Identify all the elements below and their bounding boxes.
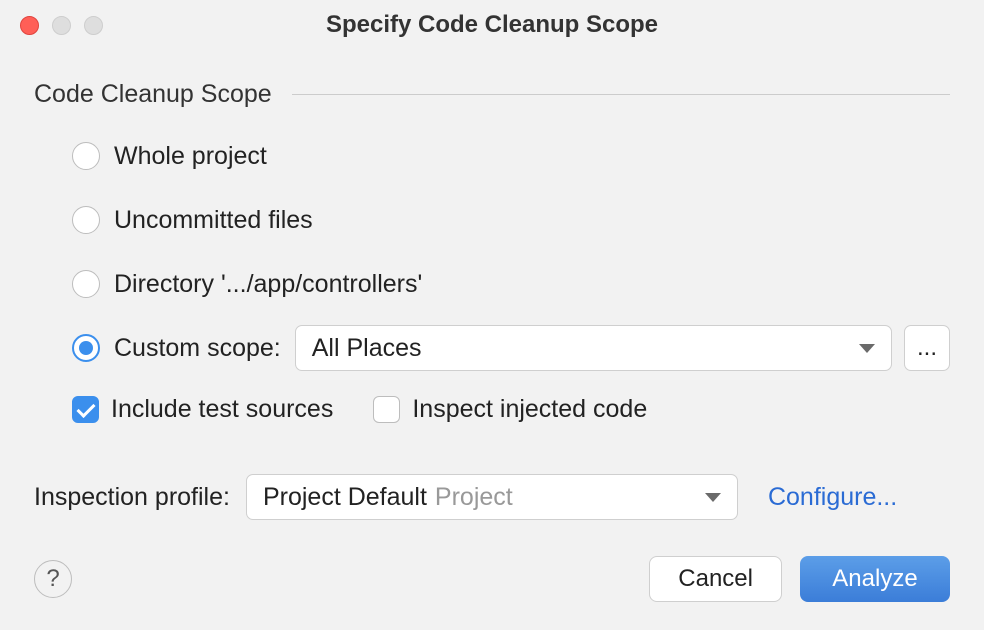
group-divider (292, 94, 950, 95)
checkbox-label-inspect-injected: Inspect injected code (412, 395, 647, 424)
profile-hint: Project (435, 483, 705, 512)
checkbox-include-test[interactable] (72, 396, 99, 423)
custom-scope-value: All Places (312, 334, 859, 363)
titlebar: Specify Code Cleanup Scope (0, 0, 984, 50)
scope-group: Code Cleanup Scope Whole project Uncommi… (34, 80, 950, 424)
zoom-window-button[interactable] (84, 16, 103, 35)
radio-row-whole-project: Whole project (72, 139, 950, 173)
group-header: Code Cleanup Scope (34, 80, 950, 109)
dialog-window: Specify Code Cleanup Scope Code Cleanup … (0, 0, 984, 630)
cancel-button[interactable]: Cancel (649, 556, 782, 602)
radio-whole-project[interactable] (72, 142, 100, 170)
profile-label: Inspection profile: (34, 483, 230, 512)
custom-scope-select[interactable]: All Places (295, 325, 892, 371)
group-title: Code Cleanup Scope (34, 80, 292, 109)
minimize-window-button[interactable] (52, 16, 71, 35)
dropdown-arrow-icon (705, 493, 721, 502)
dialog-footer: ? Cancel Analyze (34, 556, 950, 602)
radio-row-uncommitted: Uncommitted files (72, 203, 950, 237)
help-button[interactable]: ? (34, 560, 72, 598)
close-window-button[interactable] (20, 16, 39, 35)
dialog-content: Code Cleanup Scope Whole project Uncommi… (0, 50, 984, 622)
dropdown-arrow-icon (859, 344, 875, 353)
profile-select[interactable]: Project Default Project (246, 474, 738, 520)
radio-group: Whole project Uncommitted files Director… (34, 139, 950, 365)
checkbox-item-inspect-injected: Inspect injected code (373, 395, 647, 424)
radio-label-custom-scope: Custom scope: (114, 334, 281, 363)
checkbox-item-include-test: Include test sources (72, 395, 333, 424)
radio-label-directory: Directory '.../app/controllers' (114, 270, 422, 299)
analyze-button[interactable]: Analyze (800, 556, 950, 602)
window-controls (20, 16, 103, 35)
radio-custom-scope[interactable] (72, 334, 100, 362)
checkbox-inspect-injected[interactable] (373, 396, 400, 423)
radio-row-custom-scope: Custom scope: All Places ... (72, 331, 950, 365)
checkbox-row: Include test sources Inspect injected co… (34, 395, 950, 424)
radio-row-directory: Directory '.../app/controllers' (72, 267, 950, 301)
checkbox-label-include-test: Include test sources (111, 395, 333, 424)
radio-label-uncommitted: Uncommitted files (114, 206, 313, 235)
radio-directory[interactable] (72, 270, 100, 298)
configure-link[interactable]: Configure... (768, 483, 897, 512)
window-title: Specify Code Cleanup Scope (20, 11, 964, 39)
profile-value: Project Default (263, 483, 427, 512)
scope-browse-button[interactable]: ... (904, 325, 950, 371)
radio-uncommitted[interactable] (72, 206, 100, 234)
radio-label-whole-project: Whole project (114, 142, 267, 171)
profile-row: Inspection profile: Project Default Proj… (34, 474, 950, 520)
